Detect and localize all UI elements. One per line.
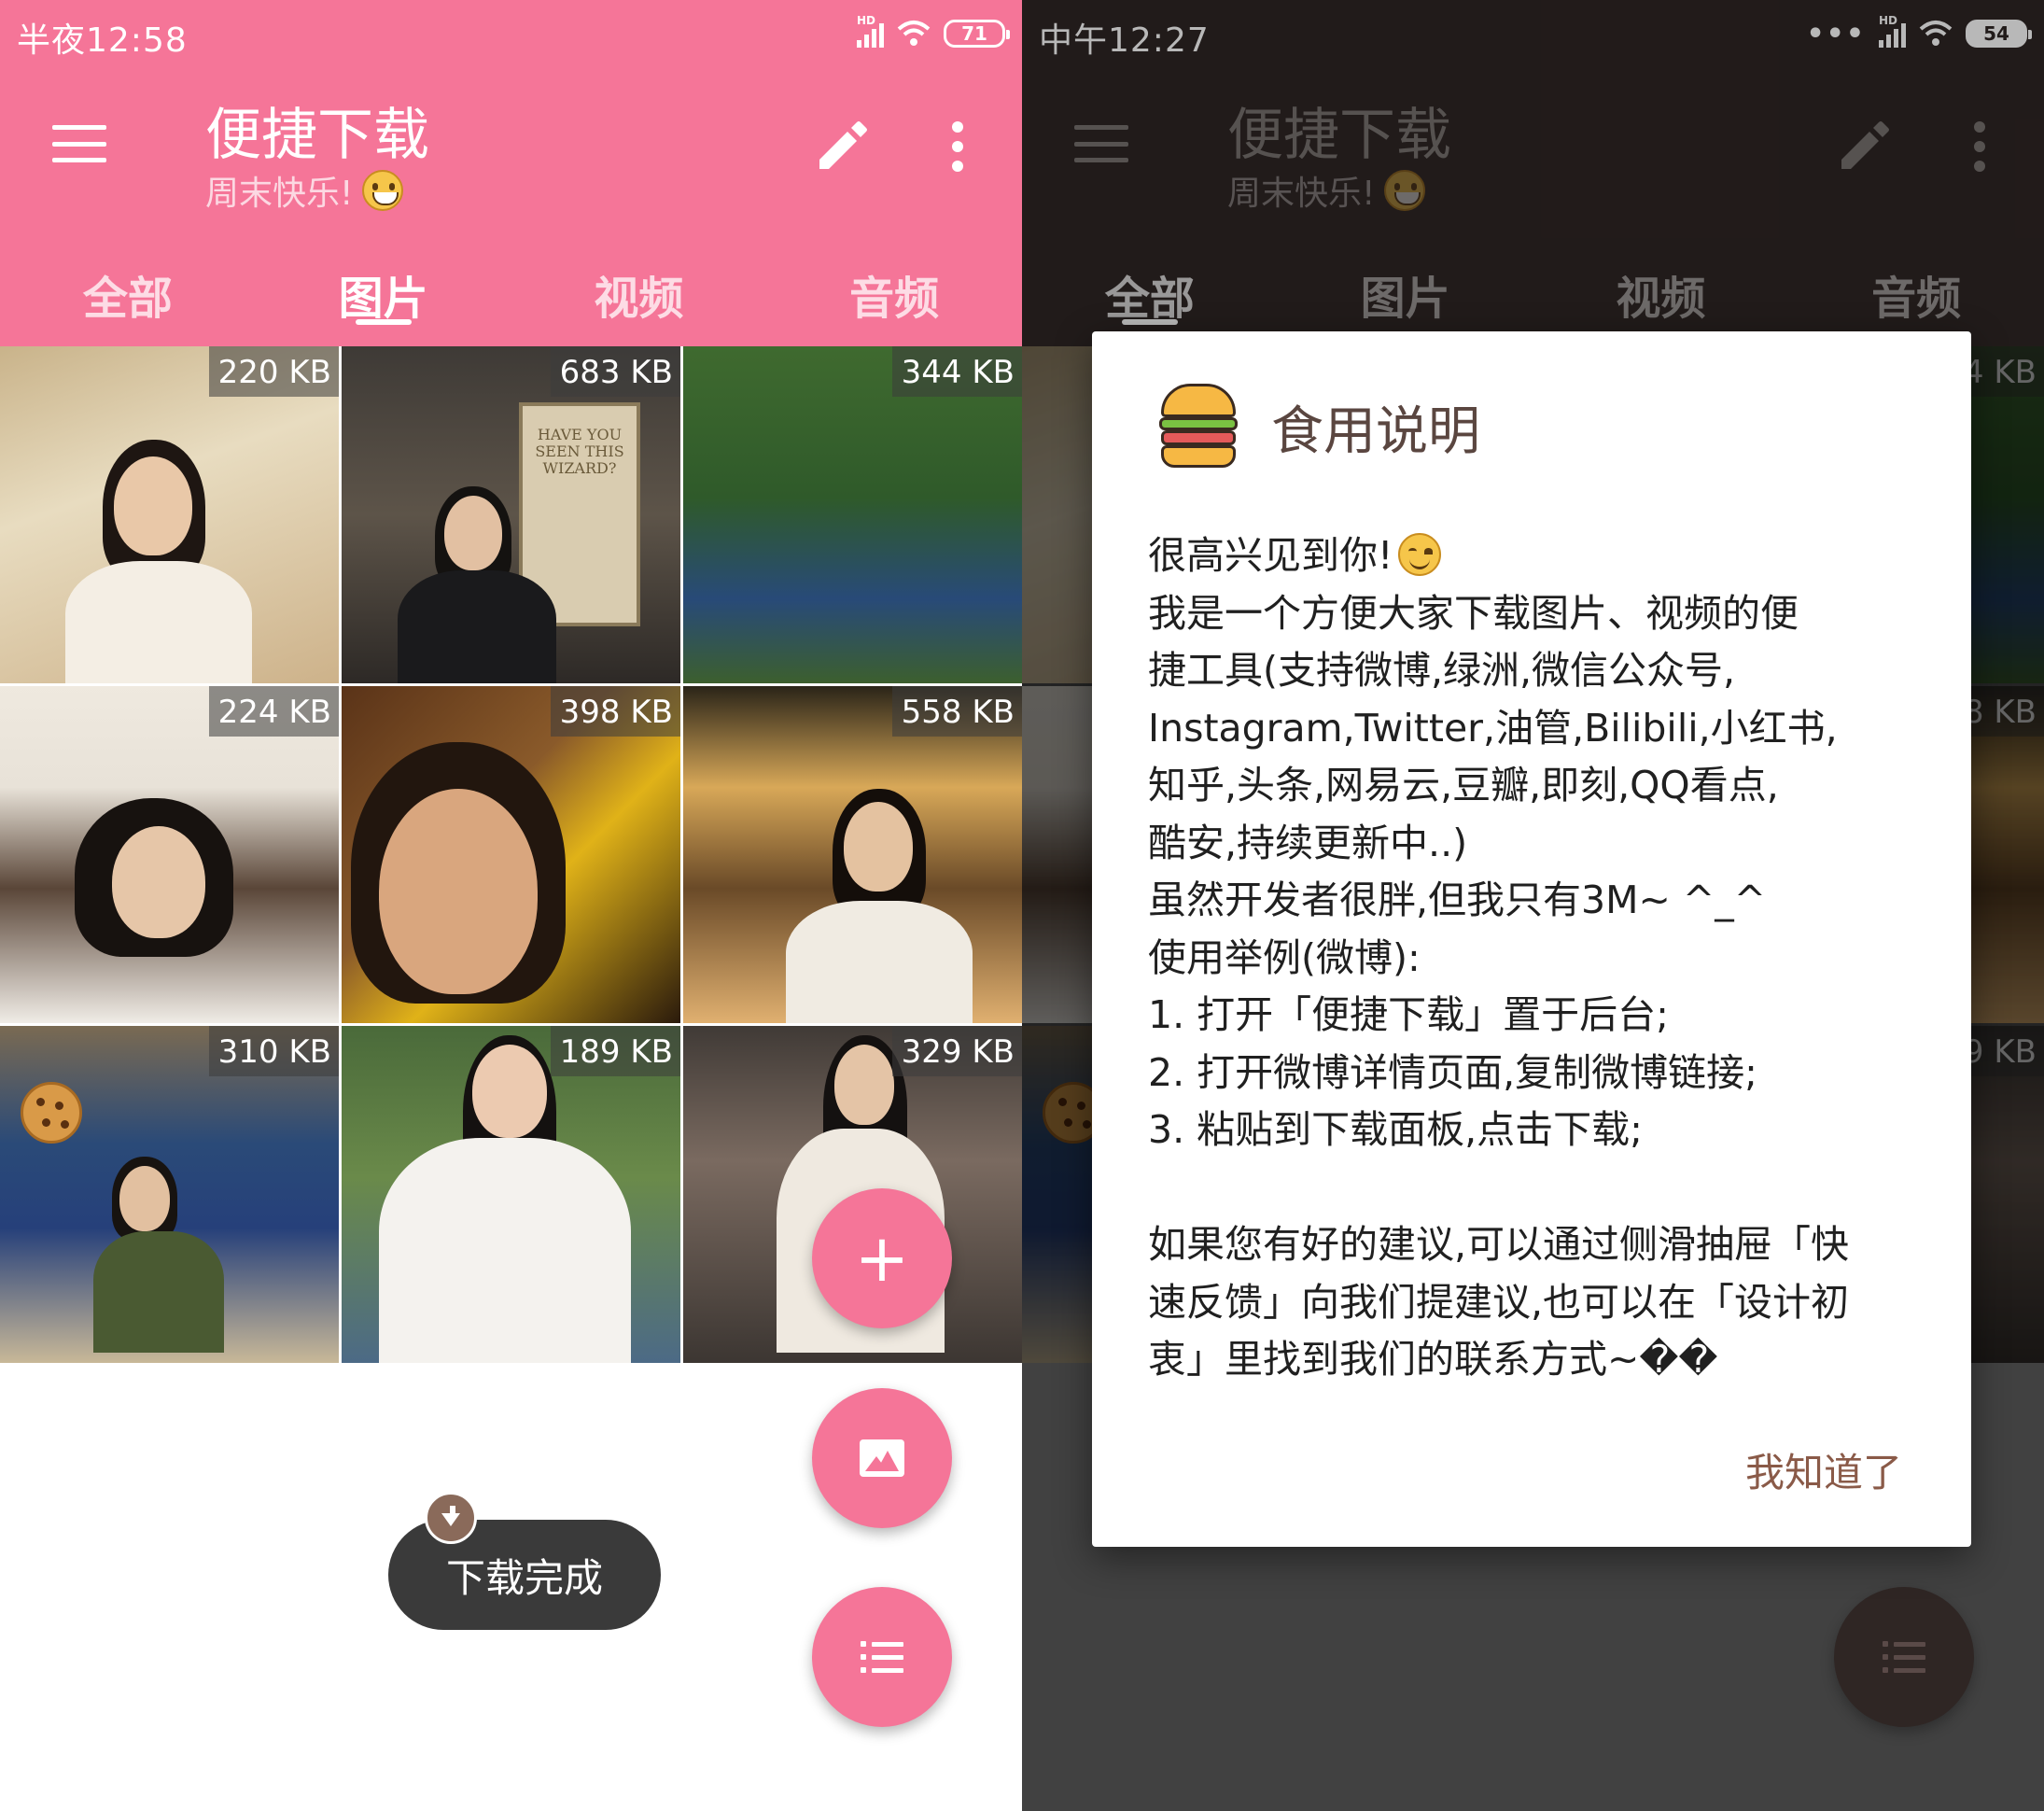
list-icon [861, 1641, 903, 1673]
dialog-line: 知乎,头条,网易云,豆瓣,即刻,QQ看点, [1148, 763, 1779, 807]
battery-icon: 71 [944, 20, 1010, 48]
file-size-badge: 220 KB [208, 346, 339, 397]
dialog-line: 很高兴见到你! [1148, 527, 1932, 585]
app-title: 便捷下载 [205, 103, 429, 168]
tab-audio[interactable]: 音频 [766, 250, 1022, 340]
photo-thumbnail[interactable]: HAVE YOU SEEN THIS WIZARD? 683 KB [342, 346, 680, 683]
image-icon [860, 1439, 904, 1477]
tab-all[interactable]: 全部 [0, 250, 256, 340]
dialog-line: Instagram,Twitter,油管,Bilibili,小红书, [1148, 705, 1838, 751]
dialog-line: 3. 粘贴到下载面板,点击下载; [1148, 1107, 1643, 1152]
dialog-line: 使用举例(微博): [1148, 934, 1421, 980]
wifi-icon [897, 21, 931, 46]
grin-emoji-icon [362, 170, 404, 211]
photo-thumbnail[interactable]: 224 KB [0, 686, 339, 1023]
dialog-line: 虽然开发者很胖,但我只有3M~ ^_^ [1148, 877, 1767, 922]
download-icon [425, 1492, 477, 1544]
dialog-line: 1. 打开「便捷下载」置于后台; [1148, 992, 1669, 1037]
dialog-line: 捷工具(支持微博,绿洲,微信公众号, [1148, 648, 1736, 693]
list-button [1834, 1587, 1974, 1727]
dialog-line: 衷」里找到我们的联系方式~�� [1148, 1337, 1718, 1382]
edit-icon[interactable] [812, 117, 870, 175]
dialog-line: 2. 打开微博详情页面,复制微博链接; [1148, 1049, 1757, 1095]
menu-icon[interactable] [52, 125, 106, 162]
status-time: 半夜12:58 [17, 21, 188, 60]
dialog-line: 酷安,持续更新中..) [1148, 820, 1468, 865]
subtitle-text: 周末快乐! [205, 175, 354, 213]
right-screen: 中午12:27 ••• HD 54 便捷下载 周末快乐! 全部 图片 视频 音频… [1022, 0, 2044, 1811]
tab-bar: 全部 图片 视频 音频 [0, 250, 1022, 340]
add-button[interactable]: + [812, 1188, 952, 1328]
app-subtitle: 周末快乐! [205, 166, 404, 215]
list-button[interactable] [812, 1587, 952, 1727]
file-size-badge: 224 KB [208, 686, 339, 737]
photo-thumbnail[interactable]: 344 KB [683, 346, 1022, 683]
dialog-line: 速反馈」向我们提建议,也可以在「设计初 [1148, 1279, 1850, 1325]
instructions-dialog: 食用说明 很高兴见到你! 我是一个方便大家下载图片、视频的便 捷工具(支持微博,… [1092, 331, 1971, 1547]
dialog-line: 我是一个方便大家下载图片、视频的便 [1148, 590, 1799, 636]
photo-thumbnail[interactable]: 558 KB [683, 686, 1022, 1023]
image-button[interactable] [812, 1388, 952, 1528]
tab-images[interactable]: 图片 [256, 250, 511, 340]
dialog-line-text: 很高兴见到你! [1148, 533, 1393, 578]
photo-thumbnail[interactable]: 189 KB [342, 1026, 680, 1363]
dialog-body: 很高兴见到你! 我是一个方便大家下载图片、视频的便 捷工具(支持微博,绿洲,微信… [1148, 527, 1932, 1389]
file-size-badge: 683 KB [550, 346, 680, 397]
photo-thumbnail[interactable]: 398 KB [342, 686, 680, 1023]
dialog-line [1148, 1159, 1932, 1217]
dialog-header: 食用说明 [1159, 380, 1480, 473]
tab-videos[interactable]: 视频 [511, 250, 767, 340]
cookie-sticker-icon [21, 1082, 82, 1144]
got-it-button[interactable]: 我知道了 [1745, 1441, 1902, 1498]
more-options-icon[interactable] [950, 121, 965, 172]
signal-icon: HD [857, 14, 884, 48]
download-complete-toast: 下载完成 [388, 1520, 661, 1630]
photo-thumbnail[interactable]: 310 KB [0, 1026, 339, 1363]
burger-icon [1159, 380, 1238, 473]
list-icon [1883, 1641, 1925, 1673]
file-size-badge: 344 KB [891, 346, 1022, 397]
status-icons: HD 71 [857, 14, 1010, 50]
dialog-title: 食用说明 [1271, 400, 1480, 462]
app-bar: 半夜12:58 HD 71 便捷下载 周末快乐! 全部 图片 视频 音频 [0, 0, 1022, 346]
file-size-badge: 329 KB [891, 1026, 1022, 1076]
file-size-badge: 398 KB [550, 686, 680, 737]
file-size-badge: 189 KB [550, 1026, 680, 1076]
left-screen: 半夜12:58 HD 71 便捷下载 周末快乐! 全部 图片 视频 音频 220… [0, 0, 1022, 1811]
photo-thumbnail[interactable]: 220 KB [0, 346, 339, 683]
file-size-badge: 558 KB [891, 686, 1022, 737]
dialog-line: 如果您有好的建议,可以通过侧滑抽屉「快 [1148, 1222, 1850, 1267]
file-size-badge: 310 KB [208, 1026, 339, 1076]
smiling-emoji-icon [1398, 533, 1442, 576]
